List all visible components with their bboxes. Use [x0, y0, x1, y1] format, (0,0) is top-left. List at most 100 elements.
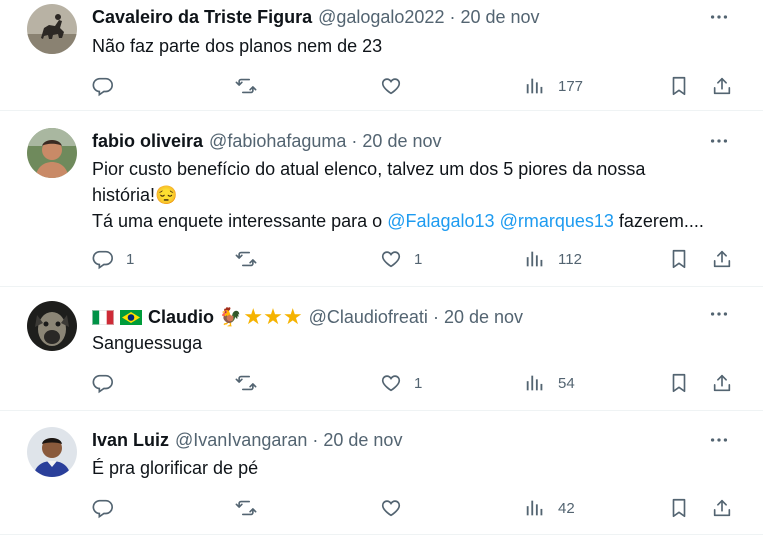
display-name[interactable]: Claudio — [148, 307, 214, 328]
bookmark-icon — [668, 497, 690, 519]
avatar[interactable] — [27, 301, 77, 351]
like-button[interactable] — [380, 74, 414, 98]
avatar[interactable] — [27, 128, 77, 178]
views-icon — [524, 75, 546, 97]
rooster-emoji: 🐓 — [219, 306, 242, 327]
views-button[interactable]: 177 — [524, 74, 583, 98]
retweet-icon — [235, 248, 257, 270]
share-button[interactable] — [711, 74, 733, 98]
tweet-actions: 42 — [92, 496, 742, 520]
share-button[interactable] — [711, 496, 733, 520]
italy-flag-icon — [92, 309, 114, 325]
tweet-text: Sanguessuga — [92, 330, 202, 356]
more-icon[interactable] — [708, 130, 730, 152]
tweet-actions: 1 1 112 — [92, 247, 742, 271]
like-icon — [380, 248, 402, 270]
tweet-text-line: Pior custo benefício do atual elenco, ta… — [92, 159, 646, 179]
reply-button[interactable]: 1 — [92, 247, 134, 271]
reply-button[interactable] — [92, 496, 126, 520]
view-count: 177 — [558, 77, 584, 95]
view-count: 112 — [558, 250, 582, 268]
user-handle[interactable]: @Claudiofreati — [309, 307, 428, 328]
views-button[interactable]: 112 — [524, 247, 582, 271]
views-button[interactable]: 54 — [524, 371, 575, 395]
tweet-actions: 1 54 — [92, 371, 742, 395]
brazil-flag-icon — [120, 309, 142, 325]
more-icon[interactable] — [708, 303, 730, 325]
more-icon[interactable] — [708, 6, 730, 28]
like-button[interactable] — [380, 496, 414, 520]
like-button[interactable]: 1 — [380, 371, 422, 395]
tweet-text: Não faz parte dos planos nem de 23 — [92, 33, 382, 59]
reply-button[interactable] — [92, 74, 126, 98]
share-icon — [711, 497, 733, 519]
reply-button[interactable] — [92, 371, 126, 395]
avatar[interactable] — [27, 427, 77, 477]
share-button[interactable] — [711, 247, 733, 271]
bookmark-button[interactable] — [668, 371, 690, 395]
stars-badge: ★★★ — [243, 304, 303, 329]
tweet-header: fabio oliveira @fabiohafaguma · 20 de no… — [92, 131, 442, 152]
tweet-text-fragment: fazerem.... — [613, 211, 704, 231]
tweet-text-line: É pra glorificar de pé — [92, 458, 259, 478]
tweet-text: Pior custo benefício do atual elenco, ta… — [92, 156, 704, 234]
separator-dot: · — [312, 430, 319, 450]
share-icon — [711, 248, 733, 270]
tweet-text: É pra glorificar de pé — [92, 455, 258, 481]
tweet-text-line: história!😔 — [92, 182, 704, 208]
retweet-icon — [235, 497, 257, 519]
user-handle[interactable]: @galogalo2022 — [318, 7, 444, 28]
bookmark-button[interactable] — [668, 247, 690, 271]
display-name[interactable]: Cavaleiro da Triste Figura — [92, 7, 312, 28]
reply-icon — [92, 372, 114, 394]
separator-dot: · — [351, 131, 358, 151]
views-icon — [524, 248, 546, 270]
like-count: 1 — [414, 374, 423, 392]
bookmark-button[interactable] — [668, 496, 690, 520]
tweet[interactable]: Claudio 🐓 ★★★ @Claudiofreati · 20 de nov… — [0, 287, 763, 411]
user-handle[interactable]: @IvanIvangaran — [175, 430, 307, 451]
display-name[interactable]: fabio oliveira — [92, 131, 203, 152]
user-handle[interactable]: @fabiohafaguma — [209, 131, 346, 152]
separator-dot: · — [432, 306, 439, 327]
tweet-date[interactable]: 20 de nov — [323, 430, 402, 451]
tweet-text-fragment: Tá uma enquete interessante para o — [92, 211, 388, 231]
reply-icon — [92, 497, 114, 519]
display-name[interactable]: Ivan Luiz — [92, 430, 169, 451]
tweet-text-line: Sanguessuga — [92, 333, 203, 353]
tweet[interactable]: Ivan Luiz @IvanIvangaran · 20 de nov É p… — [0, 411, 763, 535]
tweet-header: Claudio 🐓 ★★★ @Claudiofreati · 20 de nov — [92, 304, 523, 330]
tweet-text-line: Não faz parte dos planos nem de 23 — [92, 36, 383, 56]
reply-count: 1 — [126, 250, 135, 268]
tweet-header: Cavaleiro da Triste Figura @galogalo2022… — [92, 7, 540, 28]
mention-link[interactable]: @Falagalo13 — [387, 211, 494, 231]
views-button[interactable]: 42 — [524, 496, 575, 520]
reply-icon — [92, 248, 114, 270]
share-button[interactable] — [711, 371, 733, 395]
tweet[interactable]: Cavaleiro da Triste Figura @galogalo2022… — [0, 0, 763, 111]
bookmark-button[interactable] — [668, 74, 690, 98]
retweet-button[interactable] — [235, 496, 269, 520]
more-icon[interactable] — [708, 429, 730, 451]
pensive-face-emoji: 😔 — [155, 185, 178, 205]
reply-feed: Cavaleiro da Triste Figura @galogalo2022… — [0, 0, 763, 535]
like-count: 1 — [414, 250, 423, 268]
tweet[interactable]: fabio oliveira @fabiohafaguma · 20 de no… — [0, 111, 763, 287]
tweet-date[interactable]: 20 de nov — [460, 7, 539, 28]
mention-link[interactable]: @rmarques13 — [500, 211, 614, 231]
reply-icon — [92, 75, 114, 97]
tweet-text-fragment: história! — [92, 185, 156, 205]
retweet-button[interactable] — [235, 74, 269, 98]
tweet-text-line: Tá uma enquete interessante para o @Fala… — [92, 208, 704, 234]
separator-dot: · — [449, 7, 456, 27]
tweet-actions: 177 — [92, 74, 742, 98]
retweet-icon — [235, 372, 257, 394]
bookmark-icon — [668, 372, 690, 394]
retweet-button[interactable] — [235, 247, 269, 271]
retweet-icon — [235, 75, 257, 97]
retweet-button[interactable] — [235, 371, 269, 395]
tweet-date[interactable]: 20 de nov — [362, 131, 441, 152]
tweet-date[interactable]: 20 de nov — [444, 307, 523, 328]
like-button[interactable]: 1 — [380, 247, 422, 271]
avatar[interactable] — [27, 4, 77, 54]
